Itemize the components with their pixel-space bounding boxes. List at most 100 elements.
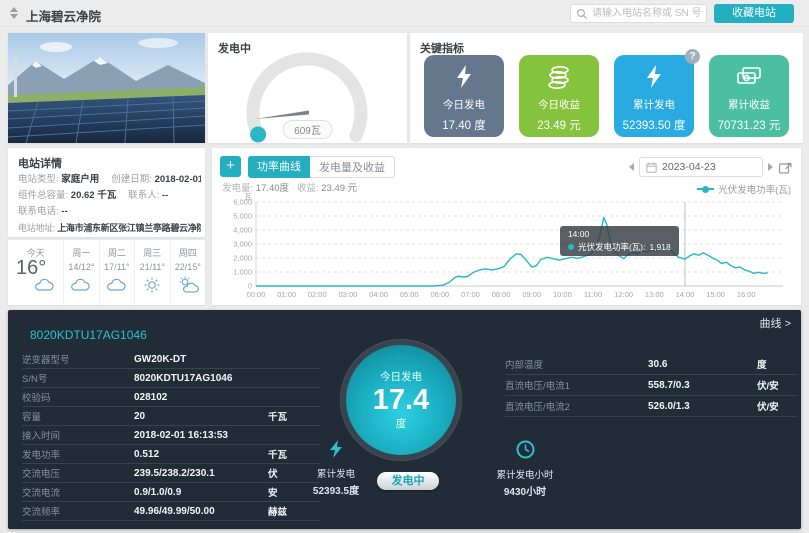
station-detail-card: 电站详情 电站类型: 家庭户用 创建日期: 2018-02-01 组件总容量: … — [8, 148, 205, 237]
weather-today: 今天 16° — [8, 240, 63, 305]
bolt-icon — [614, 55, 694, 95]
inverter-sn-title: 8020KDTU17AG1046 — [30, 328, 147, 342]
status-label: 发电中 — [218, 40, 251, 56]
svg-text:12:00: 12:00 — [614, 290, 633, 299]
key-metrics-card: 关键指标 今日发电 17.40 度 今日收益 23.49 元 — [410, 33, 803, 143]
curve-link[interactable]: 曲线 > — [760, 315, 791, 331]
tab-generation-income[interactable]: 发电量及收益 — [310, 156, 395, 178]
inverter-panel: 8020KDTU17AG1046 曲线 > 逆变器型号GW20K-DT S/N号… — [8, 310, 801, 529]
weather-card: 今天 16° 周一 14/12° 周二 17/11° 周三 21/11° — [8, 240, 205, 305]
prev-day-button[interactable] — [629, 163, 634, 171]
station-switcher-icon[interactable] — [9, 6, 19, 20]
top-header: 上海碧云净院 收藏电站 — [0, 0, 809, 27]
total-hours-stat: 累计发电小时 9430小时 — [480, 440, 570, 498]
table-row: 内部温度30.6度 — [505, 354, 797, 375]
page-title: 上海碧云净院 — [26, 6, 101, 25]
svg-text:2,000: 2,000 — [233, 254, 252, 263]
search-input[interactable] — [592, 5, 704, 22]
tab-power-curve[interactable]: 功率曲线 — [248, 156, 310, 178]
generation-status-card: 发电中 609瓦 — [208, 33, 407, 143]
svg-text:00:00: 00:00 — [247, 290, 266, 299]
dashboard-page: 上海碧云净院 收藏电站 — [0, 0, 809, 533]
table-row: 接入时间2018-02-01 16:13:53 — [22, 426, 320, 445]
gauge-needle — [255, 111, 309, 120]
clock-icon — [516, 440, 535, 459]
search-icon — [576, 8, 588, 20]
help-icon[interactable]: ? — [685, 49, 700, 64]
svg-text:08:00: 08:00 — [492, 290, 511, 299]
svg-text:瓦: 瓦 — [245, 192, 253, 201]
kpi-total-generation: ? 累计发电 52393.50 度 — [614, 55, 694, 137]
cloud-icon — [33, 276, 57, 299]
detail-title: 电站详情 — [18, 155, 62, 171]
table-row: 直流电压/电流1558.7/0.3伏/安 — [505, 375, 797, 396]
weather-day: 周三 21/11° — [134, 240, 169, 305]
svg-text:14:00: 14:00 — [676, 290, 695, 299]
export-icon[interactable] — [778, 160, 793, 175]
bolt-icon — [329, 440, 343, 458]
weather-day: 周四 22/15° — [170, 240, 205, 305]
station-photo — [8, 33, 205, 143]
favorite-station-button[interactable]: 收藏电站 — [714, 4, 794, 23]
kpi-today-generation: 今日发电 17.40 度 — [424, 55, 504, 137]
table-row: 容量20千瓦 — [22, 407, 320, 426]
svg-text:13:00: 13:00 — [645, 290, 664, 299]
selected-date: 2023-04-23 — [662, 161, 716, 173]
table-row: 交流频率49.96/49.99/50.00赫兹 — [22, 502, 320, 521]
svg-text:02:00: 02:00 — [308, 290, 327, 299]
svg-text:3,000: 3,000 — [233, 240, 252, 249]
bolt-icon — [424, 55, 504, 95]
coins-icon — [519, 55, 599, 95]
sun-icon — [140, 276, 164, 299]
generating-status-button[interactable]: 发电中 — [377, 472, 439, 490]
kpi-row: 今日发电 17.40 度 今日收益 23.49 元 ? 累计发电 — [420, 55, 793, 137]
svg-text:06:00: 06:00 — [430, 290, 449, 299]
cash-icon — [709, 55, 789, 95]
total-generation-stat: 累计发电 52393.5度 — [291, 440, 381, 497]
svg-text:05:00: 05:00 — [400, 290, 419, 299]
svg-text:11:00: 11:00 — [584, 290, 602, 299]
date-picker[interactable]: 2023-04-23 — [639, 157, 763, 177]
weather-day: 周一 14/12° — [63, 240, 98, 305]
cloud-icon — [69, 276, 93, 299]
svg-text:03:00: 03:00 — [339, 290, 358, 299]
legend-marker-icon — [697, 188, 714, 190]
table-row: S/N号8020KDTU17AG1046 — [22, 369, 320, 388]
table-row: 逆变器型号GW20K-DT — [22, 350, 320, 369]
solar-farm-image — [8, 33, 205, 143]
cloud-icon — [105, 276, 129, 299]
inverter-info-table: 逆变器型号GW20K-DT S/N号8020KDTU17AG1046 校验码02… — [22, 350, 320, 521]
kpi-today-income: 今日收益 23.49 元 — [519, 55, 599, 137]
chart-plot-area[interactable]: 01,0002,0003,0004,0005,0006,000瓦00:0001:… — [220, 192, 793, 300]
svg-text:5,000: 5,000 — [233, 212, 252, 221]
svg-text:1,000: 1,000 — [233, 268, 252, 277]
chart-tabs: 功率曲线 发电量及收益 — [248, 156, 395, 178]
gauge-value-marker — [250, 127, 266, 143]
table-row: 校验码028102 — [22, 388, 320, 407]
sun-cloud-icon — [176, 276, 200, 299]
power-curve-card: + 功率曲线 发电量及收益 2023-04-23 发电量: 17 — [212, 148, 801, 305]
next-day-button[interactable] — [768, 163, 773, 171]
current-power-badge: 609瓦 — [282, 120, 333, 139]
svg-text:04:00: 04:00 — [369, 290, 388, 299]
power-line-chart[interactable]: 01,0002,0003,0004,0005,0006,000瓦00:0001:… — [220, 192, 793, 300]
table-row: 发电功率0.512千瓦 — [22, 445, 320, 464]
svg-text:07:00: 07:00 — [461, 290, 480, 299]
weather-day: 周二 17/11° — [99, 240, 134, 305]
svg-text:10:00: 10:00 — [553, 290, 572, 299]
table-row: 交流电流0.9/1.0/0.9安 — [22, 483, 320, 502]
svg-text:15:00: 15:00 — [706, 290, 725, 299]
table-row: 交流电压239.5/238.2/230.1伏 — [22, 464, 320, 483]
date-navigator: 2023-04-23 — [629, 157, 793, 177]
kpi-total-income: 累计收益 70731.23 元 — [709, 55, 789, 137]
add-compare-button[interactable]: + — [220, 156, 241, 177]
table-row: 直流电压/电流2526.0/1.3伏/安 — [505, 396, 797, 417]
inverter-dc-table: 内部温度30.6度 直流电压/电流1558.7/0.3伏/安 直流电压/电流25… — [505, 354, 797, 417]
kpi-title: 关键指标 — [420, 40, 464, 56]
today-generation-value: 17.4 — [373, 384, 429, 416]
svg-text:4,000: 4,000 — [233, 226, 252, 235]
station-search — [570, 4, 707, 23]
calendar-icon — [646, 162, 657, 173]
svg-text:16:00: 16:00 — [737, 290, 756, 299]
svg-text:01:00: 01:00 — [277, 290, 296, 299]
